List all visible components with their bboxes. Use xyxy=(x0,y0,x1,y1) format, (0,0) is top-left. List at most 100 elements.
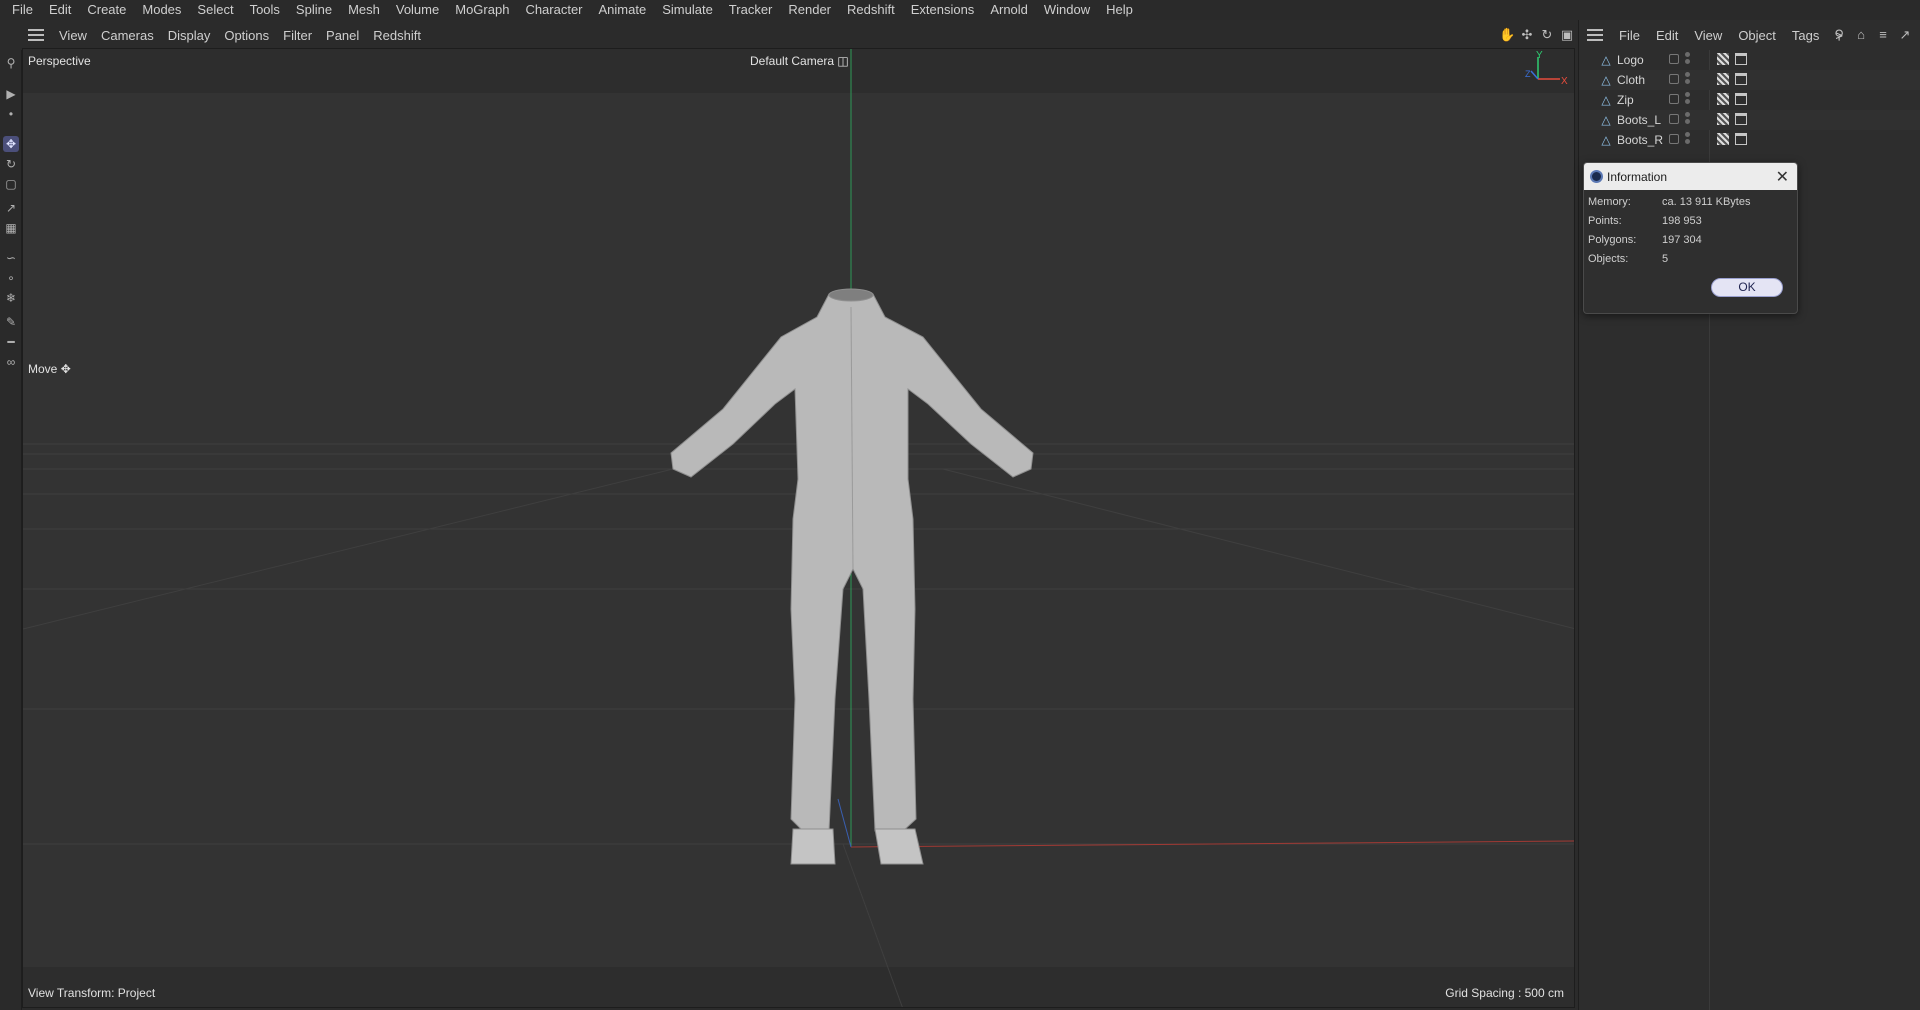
active-tool-name: Move xyxy=(28,362,58,376)
menu-select[interactable]: Select xyxy=(189,0,241,20)
info-key: Objects: xyxy=(1588,253,1629,265)
visibility-dots[interactable] xyxy=(1685,112,1691,128)
live-select-icon[interactable]: • xyxy=(3,106,19,122)
menu-simulate[interactable]: Simulate xyxy=(654,0,721,20)
object-row[interactable]: △ Boots_L xyxy=(1579,110,1920,130)
select-tool-icon[interactable]: ▶ xyxy=(3,86,19,102)
coverall-model[interactable] xyxy=(670,288,1034,865)
om-menu-file[interactable]: File xyxy=(1611,28,1648,43)
sketch-tool-icon[interactable]: ∘ xyxy=(3,270,19,286)
object-name[interactable]: Boots_L xyxy=(1617,113,1661,127)
orbit-icon[interactable]: ↻ xyxy=(1539,27,1555,43)
camera-label[interactable]: Default Camera ◫ xyxy=(750,54,849,68)
visibility-dots[interactable] xyxy=(1685,132,1691,148)
material-tag-icon[interactable] xyxy=(1717,113,1729,125)
pan-hand-icon[interactable]: ✋ xyxy=(1499,27,1515,43)
viewport-menu-filter[interactable]: Filter xyxy=(276,28,319,43)
menu-tools[interactable]: Tools xyxy=(242,0,288,20)
viewport-menu-view[interactable]: View xyxy=(52,28,94,43)
menu-spline[interactable]: Spline xyxy=(288,0,340,20)
menu-help[interactable]: Help xyxy=(1098,0,1141,20)
object-name[interactable]: Zip xyxy=(1617,93,1634,107)
magnet-tool-icon[interactable]: ∞ xyxy=(3,354,19,370)
object-row[interactable]: △ Zip xyxy=(1579,90,1920,110)
viewport-menu-icon[interactable] xyxy=(28,29,44,41)
move-tool-icon[interactable]: ✥ xyxy=(3,136,19,152)
viewport-menu-options[interactable]: Options xyxy=(217,28,276,43)
object-name[interactable]: Logo xyxy=(1617,53,1644,67)
brush-tool-icon[interactable]: ❄ xyxy=(3,290,19,306)
uv-tag-icon[interactable] xyxy=(1735,113,1747,125)
viewport-menu-display[interactable]: Display xyxy=(161,28,218,43)
layer-checkbox[interactable] xyxy=(1669,74,1679,84)
visibility-dots[interactable] xyxy=(1685,72,1691,88)
perspective-viewport[interactable]: Y X Z Perspective Default Camera ◫ Move … xyxy=(22,48,1575,1008)
projection-label[interactable]: Perspective xyxy=(28,54,91,68)
om-menu-view[interactable]: View xyxy=(1686,28,1730,43)
menu-character[interactable]: Character xyxy=(517,0,590,20)
menu-file[interactable]: File xyxy=(4,0,41,20)
menu-arnold[interactable]: Arnold xyxy=(982,0,1036,20)
menu-animate[interactable]: Animate xyxy=(591,0,655,20)
uv-tag-icon[interactable] xyxy=(1735,133,1747,145)
menu-edit[interactable]: Edit xyxy=(41,0,79,20)
material-tag-icon[interactable] xyxy=(1717,53,1729,65)
material-tag-icon[interactable] xyxy=(1717,93,1729,105)
menu-modes[interactable]: Modes xyxy=(134,0,189,20)
layout-toggle-icon[interactable]: ▣ xyxy=(1559,27,1575,43)
viewport-menu-cameras[interactable]: Cameras xyxy=(94,28,161,43)
home-icon[interactable]: ⌂ xyxy=(1853,27,1869,43)
object-row[interactable]: △ Boots_R xyxy=(1579,130,1920,150)
ok-button[interactable]: OK xyxy=(1711,278,1783,297)
uv-tag-icon[interactable] xyxy=(1735,53,1747,65)
transform-tool-icon[interactable]: ↗ xyxy=(3,200,19,216)
info-key: Memory: xyxy=(1588,196,1631,208)
menu-extensions[interactable]: Extensions xyxy=(903,0,983,20)
expand-icon[interactable]: ↗ xyxy=(1897,27,1913,43)
viewport-menu-redshift[interactable]: Redshift xyxy=(366,28,428,43)
rotate-tool-icon[interactable]: ↻ xyxy=(3,156,19,172)
zoom-tool-icon[interactable]: ⚲ xyxy=(3,55,19,71)
visibility-dots[interactable] xyxy=(1685,52,1691,68)
menu-volume[interactable]: Volume xyxy=(388,0,447,20)
object-row[interactable]: △ Cloth xyxy=(1579,70,1920,90)
viewport-menu-panel[interactable]: Panel xyxy=(319,28,366,43)
uv-tag-icon[interactable] xyxy=(1735,73,1747,85)
uv-tag-icon[interactable] xyxy=(1735,93,1747,105)
om-menu-edit[interactable]: Edit xyxy=(1648,28,1686,43)
spline-pen-icon[interactable]: ∽ xyxy=(3,250,19,266)
menu-create[interactable]: Create xyxy=(79,0,134,20)
menu-redshift[interactable]: Redshift xyxy=(839,0,903,20)
visibility-dots[interactable] xyxy=(1685,92,1691,108)
dolly-icon[interactable]: ✣ xyxy=(1519,27,1535,43)
camera-icon: ◫ xyxy=(837,54,849,68)
search-icon[interactable]: ⚲ xyxy=(1831,27,1847,43)
layer-checkbox[interactable] xyxy=(1669,134,1679,144)
layer-checkbox[interactable] xyxy=(1669,94,1679,104)
dialog-titlebar[interactable]: Information ✕ xyxy=(1584,163,1797,190)
menu-window[interactable]: Window xyxy=(1036,0,1098,20)
menu-tracker[interactable]: Tracker xyxy=(721,0,781,20)
om-menu-object[interactable]: Object xyxy=(1730,28,1784,43)
main-menu-bar: File Edit Create Modes Select Tools Spli… xyxy=(0,0,1920,20)
layer-checkbox[interactable] xyxy=(1669,54,1679,64)
material-tag-icon[interactable] xyxy=(1717,73,1729,85)
filter-icon[interactable]: ≡ xyxy=(1875,27,1891,43)
axis-y-label: Y xyxy=(1536,50,1543,61)
object-row[interactable]: △ Logo xyxy=(1579,50,1920,70)
om-menu-tags[interactable]: Tags xyxy=(1784,28,1827,43)
close-icon[interactable]: ✕ xyxy=(1776,167,1789,187)
object-name[interactable]: Cloth xyxy=(1617,73,1645,87)
scale-tool-icon[interactable]: ▢ xyxy=(3,176,19,192)
material-tag-icon[interactable] xyxy=(1717,133,1729,145)
object-manager-menu-icon[interactable] xyxy=(1587,29,1603,41)
object-name[interactable]: Boots_R xyxy=(1617,133,1663,147)
view-transform-label: View Transform: Project xyxy=(28,986,156,1000)
snap-tool-icon[interactable]: ▦ xyxy=(3,220,19,236)
menu-render[interactable]: Render xyxy=(780,0,839,20)
paint-tool-icon[interactable]: ✎ xyxy=(3,314,19,330)
menu-mesh[interactable]: Mesh xyxy=(340,0,388,20)
menu-mograph[interactable]: MoGraph xyxy=(447,0,517,20)
layer-checkbox[interactable] xyxy=(1669,114,1679,124)
weight-tool-icon[interactable]: ━ xyxy=(3,334,19,350)
